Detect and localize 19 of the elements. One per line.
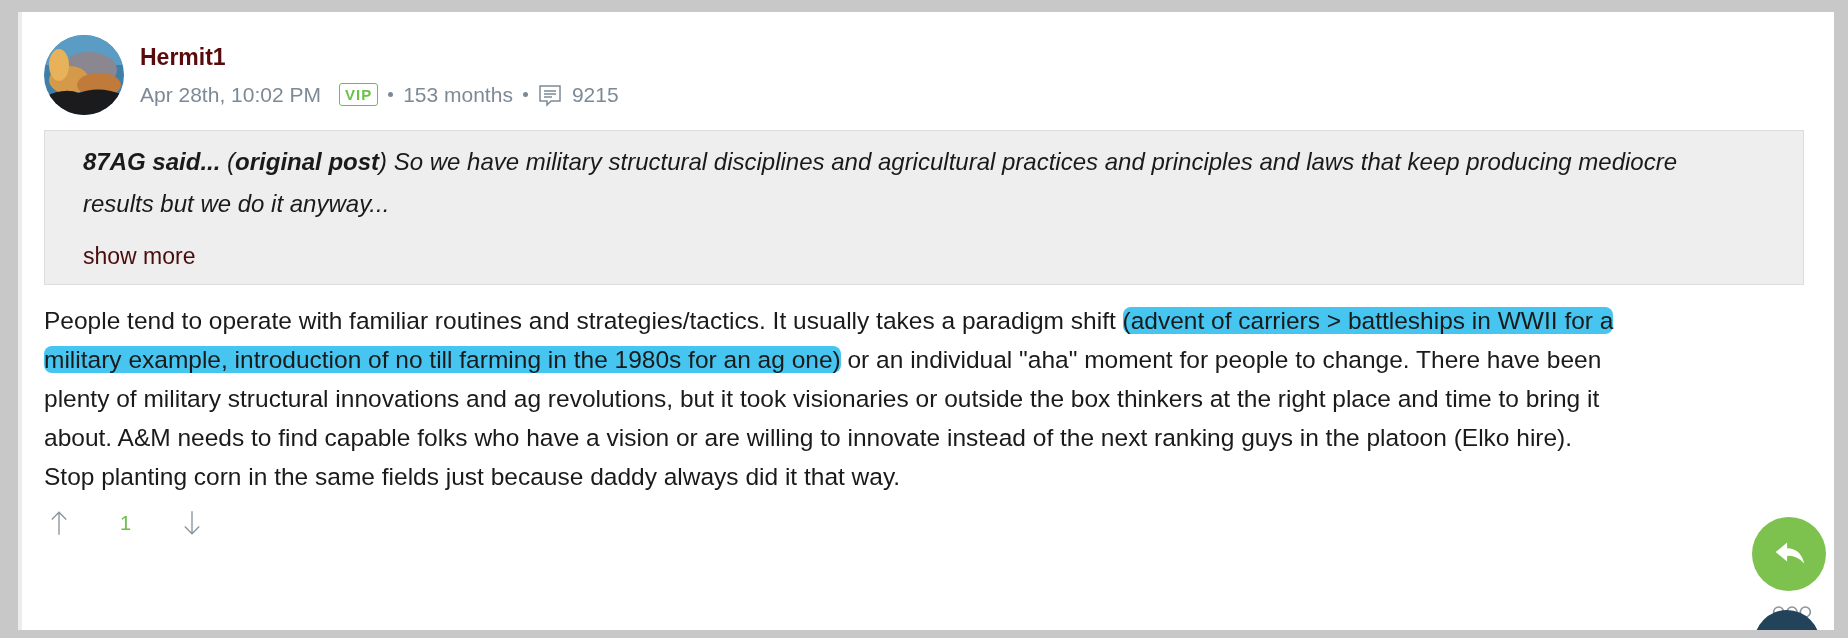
quoted-text: 87AG said... (original post) So we have military structural disciplines and agricultural practices and principles and laws that keep producing mediocre results but we do it anyway...: [83, 147, 1679, 219]
show-more-link[interactable]: show more: [83, 243, 196, 270]
post-timestamp: Apr 28th, 10:02 PM: [140, 82, 321, 107]
post-text: People tend to operate with familiar routines and strategies/tactics. It usually takes a paradigm shift: [44, 307, 1117, 334]
post-text: plenty of military structural innovations and ag revolutions, but it took visionaries or outside the box thinkers at the right place and time to bring it: [44, 385, 1600, 412]
separator-dot-icon: [388, 92, 394, 97]
post-text: Stop planting corn in the same fields just because daddy always did it that way.: [44, 463, 901, 490]
upvote-icon[interactable]: [50, 510, 68, 536]
post-text: about. A&M needs to find capable folks who have a vision or are willing to innovate instead of the next ranking guys in the platoon (Elko hire).: [44, 424, 1573, 451]
post-text: or an individual "aha" moment for people to change. There have been: [846, 346, 1602, 373]
post-count: 9215: [571, 82, 619, 107]
author-name[interactable]: Hermit1: [140, 43, 619, 71]
vote-score: 1: [120, 511, 132, 535]
vip-badge: VIP: [338, 83, 379, 106]
member-tenure: 153 months: [403, 82, 513, 107]
downvote-icon[interactable]: [183, 510, 202, 536]
comment-icon: [537, 82, 562, 107]
separator-dot-icon: [522, 92, 528, 97]
highlighted-text: military example, introduction of no till farming in the 1980s for an ag one): [44, 346, 841, 373]
